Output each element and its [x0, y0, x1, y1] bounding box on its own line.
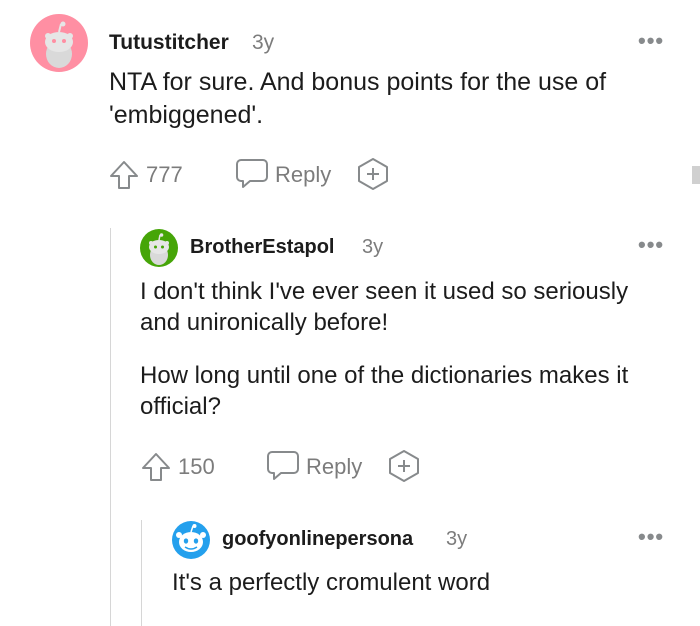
snoo-avatar-icon	[45, 21, 73, 68]
speech-bubble-icon[interactable]	[235, 157, 269, 189]
upvote-arrow-icon[interactable]	[108, 159, 140, 191]
reply-button[interactable]: Reply	[275, 162, 331, 188]
upvote-arrow-icon[interactable]	[140, 451, 172, 483]
more-options-icon[interactable]: •••	[638, 30, 664, 52]
comment-body: I don't think I've ever seen it used so …	[140, 278, 629, 337]
thread-line[interactable]	[141, 520, 142, 626]
more-options-icon[interactable]: •••	[638, 234, 664, 256]
username[interactable]: Tutustitcher	[109, 31, 229, 55]
award-plus-icon[interactable]	[356, 157, 390, 191]
comment-age: 3y	[362, 236, 384, 258]
comment-body: It's a perfectly cromulent word	[172, 569, 491, 596]
comment-body: NTA for sure. And bonus points for the u…	[109, 68, 607, 129]
username[interactable]: goofyonlinepersona	[222, 528, 413, 551]
comment-age: 3y	[252, 31, 275, 54]
scrollbar-thumb[interactable]	[692, 166, 700, 184]
speech-bubble-icon[interactable]	[266, 449, 300, 481]
comment-age: 3y	[446, 528, 468, 550]
avatar[interactable]	[30, 14, 88, 72]
comment-body: How long until one of the dictionaries m…	[140, 362, 629, 421]
more-options-icon[interactable]: •••	[638, 526, 664, 548]
avatar[interactable]	[140, 229, 178, 267]
thread-line[interactable]	[110, 228, 111, 626]
avatar[interactable]	[172, 521, 210, 559]
snoo-avatar-icon	[176, 524, 206, 552]
award-plus-icon[interactable]	[387, 449, 421, 483]
vote-count: 777	[146, 162, 183, 187]
reply-button[interactable]: Reply	[306, 454, 362, 480]
vote-count: 150	[178, 454, 215, 479]
snoo-avatar-icon	[149, 233, 169, 265]
username[interactable]: BrotherEstapol	[190, 236, 334, 259]
